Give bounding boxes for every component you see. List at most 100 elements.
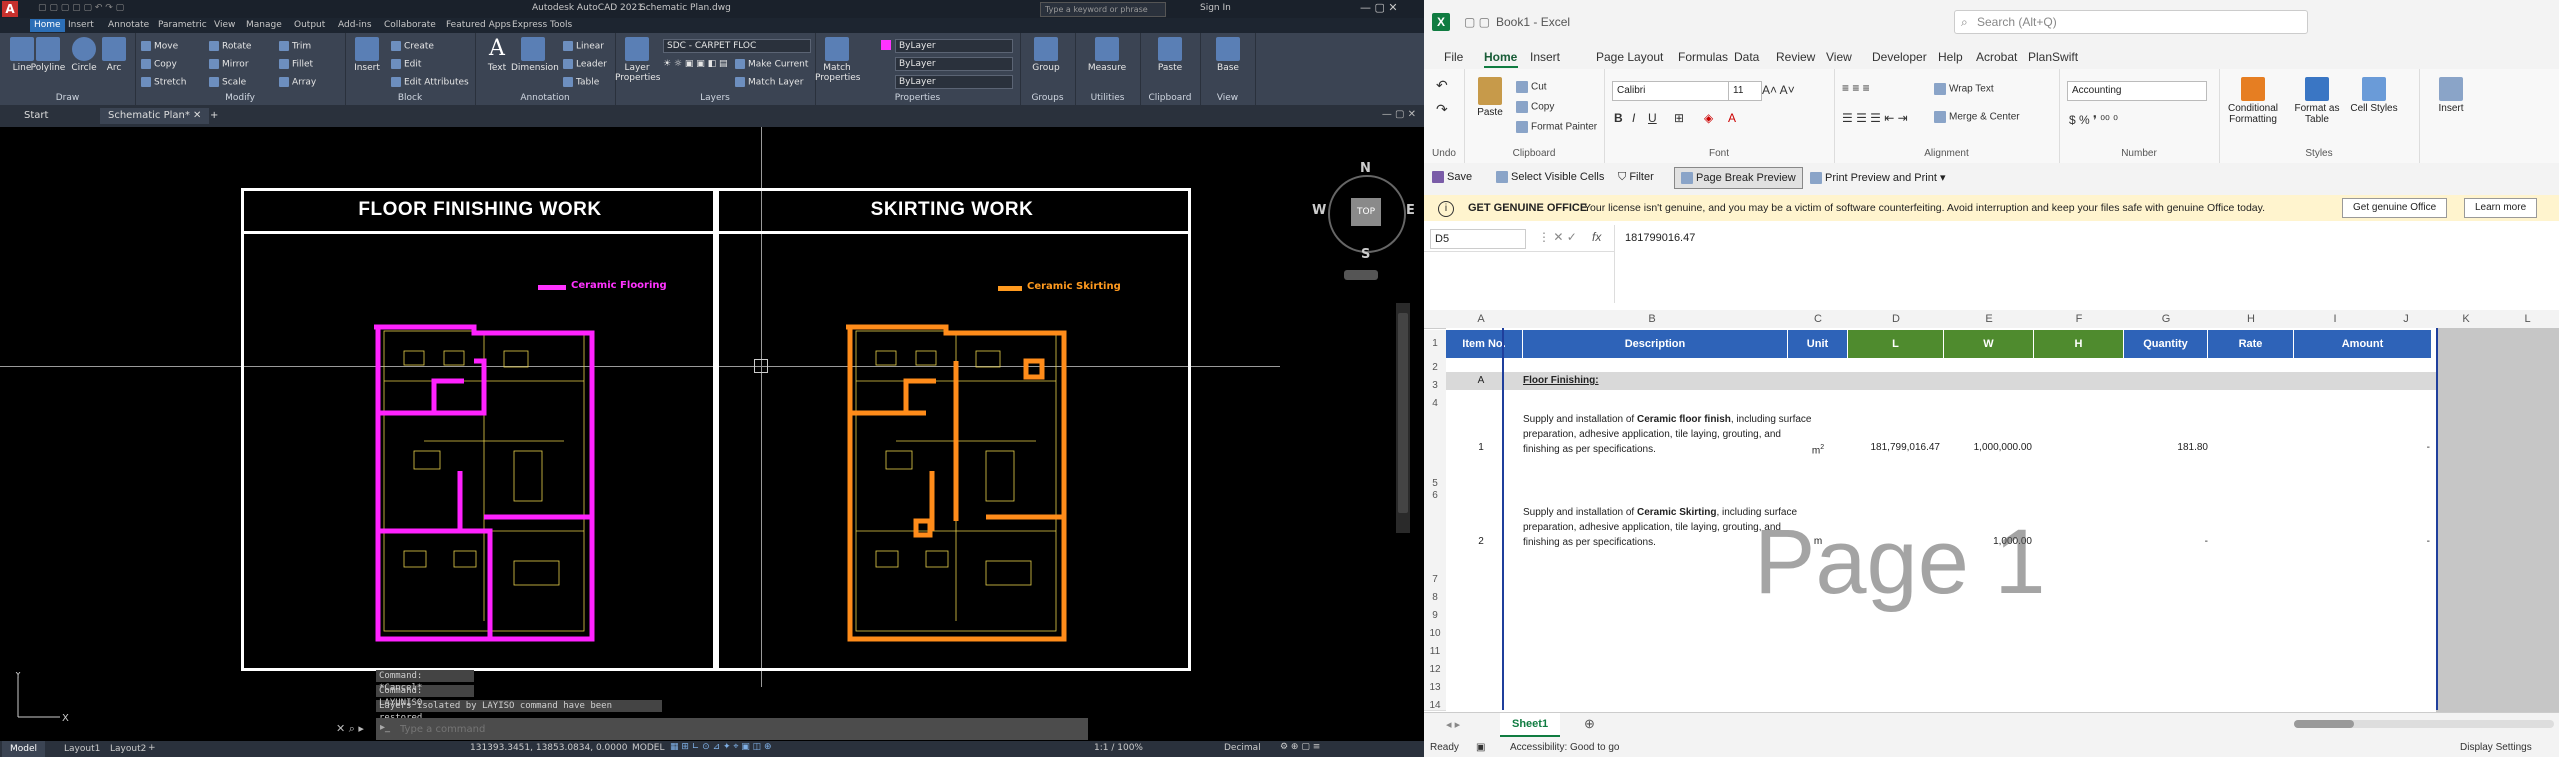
table-header-quantity[interactable]: Quantity	[2124, 330, 2208, 358]
linetype-dropdown[interactable]: ByLayer	[895, 57, 1013, 71]
compass-east[interactable]: E	[1406, 203, 1415, 218]
format-painter-button[interactable]: Format Painter	[1516, 121, 1597, 133]
layout-tab-model[interactable]: Model	[2, 741, 46, 757]
excel-search-input[interactable]: ⌕ Search (Alt+Q)	[1954, 10, 2308, 34]
undo-icon[interactable]: ↶	[1436, 77, 1448, 94]
menu-tab-page-layout[interactable]: Page Layout	[1596, 50, 1663, 64]
row-header-11[interactable]: 11	[1424, 638, 1446, 657]
viewcube[interactable]: TOP N S E W	[1310, 157, 1420, 267]
fx-button[interactable]: fx	[1592, 230, 1601, 244]
bold-button[interactable]: B	[1614, 111, 1623, 125]
layout-tab-layout1[interactable]: Layout1	[58, 741, 106, 757]
formula-cancel-confirm[interactable]: ⋮ ✕ ✓	[1538, 230, 1577, 244]
ribbon-tab-output[interactable]: Output	[290, 19, 329, 32]
lineweight-dropdown[interactable]: ByLayer	[895, 75, 1013, 89]
section-label[interactable]: A	[1446, 372, 1516, 390]
fillet-tool[interactable]: Fillet	[279, 59, 313, 70]
column-header-f[interactable]: F	[2034, 310, 2125, 329]
group-tool[interactable]: Group	[1024, 37, 1068, 73]
menu-tab-view[interactable]: View	[1826, 50, 1852, 64]
compass-south[interactable]: S	[1361, 247, 1370, 262]
ribbon-tab-collaborate[interactable]: Collaborate	[380, 19, 440, 32]
accessibility-status[interactable]: Accessibility: Good to go	[1510, 738, 1620, 757]
ribbon-tab-insert[interactable]: Insert	[64, 19, 98, 32]
navbar-tools[interactable]	[1398, 313, 1408, 513]
file-tab-start[interactable]: Start	[16, 108, 56, 124]
block-panel-label[interactable]: Block	[345, 93, 475, 103]
autocad-logo-icon[interactable]: A	[2, 1, 18, 17]
match-properties-tool[interactable]: Match Properties	[815, 37, 860, 83]
view-panel-label[interactable]: View	[1200, 93, 1255, 103]
wcs-menu[interactable]	[1344, 270, 1378, 280]
number-format-icons[interactable]: $ % ❜ ⁰⁰ ⁰	[2069, 113, 2118, 127]
window-controls[interactable]: — ▢ ✕	[1360, 1, 1398, 14]
layer-properties-tool[interactable]: Layer Properties	[615, 37, 660, 83]
match-layer-tool[interactable]: Match Layer	[735, 77, 803, 88]
insert-block-tool[interactable]: Insert	[345, 37, 389, 73]
save-button[interactable]: Save	[1432, 171, 1472, 184]
close-icon[interactable]: ✕	[193, 110, 201, 121]
page-break-preview-button[interactable]: Page Break Preview	[1674, 167, 1803, 189]
scrollbar-thumb[interactable]	[2294, 720, 2354, 728]
ribbon-tab-featured-apps[interactable]: Featured Apps	[442, 19, 515, 32]
ribbon-tab-home[interactable]: Home	[30, 19, 65, 32]
navigation-bar[interactable]	[1396, 303, 1410, 533]
formula-input[interactable]: 181799016.47	[1614, 225, 2559, 303]
base-tool[interactable]: Base	[1206, 37, 1250, 73]
italic-button[interactable]: I	[1632, 111, 1635, 125]
row-header-5[interactable]: 5	[1424, 408, 1446, 489]
row-header-1[interactable]: 1	[1424, 330, 1446, 349]
menu-tab-help[interactable]: Help	[1938, 50, 1963, 64]
get-genuine-office-button[interactable]: Get genuine Office	[2342, 198, 2448, 218]
row-header-12[interactable]: 12	[1424, 656, 1446, 675]
item1-unit[interactable]: m2	[1788, 408, 1848, 488]
annotation-scale[interactable]: 1:1 / 100%	[1094, 743, 1143, 753]
status-icons[interactable]: ⚙ ⊕ ▢ ≡	[1280, 742, 1320, 752]
menu-tab-insert[interactable]: Insert	[1530, 50, 1560, 64]
stretch-tool[interactable]: Stretch	[141, 77, 186, 88]
select-all-corner[interactable]	[1424, 310, 1447, 329]
row-header-8[interactable]: 8	[1424, 584, 1446, 603]
paste-tool[interactable]: Paste	[1148, 37, 1192, 73]
table-header-w[interactable]: W	[1944, 330, 2034, 358]
row-header-2[interactable]: 2	[1424, 348, 1446, 373]
column-header-c[interactable]: C	[1788, 310, 1849, 329]
column-header-k[interactable]: K	[2436, 310, 2497, 329]
section-title[interactable]: Floor Finishing:	[1523, 372, 1773, 390]
create-block-tool[interactable]: Create	[391, 41, 434, 52]
wrap-text-button[interactable]: Wrap Text	[1934, 83, 1994, 95]
make-current-tool[interactable]: Make Current	[735, 59, 808, 70]
display-settings[interactable]: Display Settings	[2460, 738, 2532, 757]
item1-width[interactable]: 1,000,000.00	[1944, 408, 2032, 488]
table-header-description[interactable]: Description	[1523, 330, 1788, 358]
row-header-4[interactable]: 4	[1424, 390, 1446, 409]
column-header-g[interactable]: G	[2124, 310, 2209, 329]
column-header-b[interactable]: B	[1516, 310, 1789, 329]
viewport-controls[interactable]: — ▢ ✕	[1382, 109, 1416, 120]
redo-icon[interactable]: ↷	[1436, 101, 1448, 118]
utilities-panel-label[interactable]: Utilities	[1075, 93, 1140, 103]
ribbon-tab-annotate[interactable]: Annotate	[104, 19, 153, 32]
ribbon-tab-view[interactable]: View	[210, 19, 239, 32]
annotation-panel-label[interactable]: Annotation	[475, 93, 615, 103]
sheet-nav-arrows[interactable]: ◂ ▸	[1446, 718, 1460, 731]
item1-description[interactable]: Supply and installation of Ceramic floor…	[1523, 412, 1813, 486]
column-header-a[interactable]: A	[1446, 310, 1517, 329]
column-header-l[interactable]: L	[2496, 310, 2559, 329]
menu-tab-planswift[interactable]: PlanSwift	[2028, 50, 2078, 64]
menu-tab-acrobat[interactable]: Acrobat	[1976, 50, 2017, 64]
font-size-dropdown[interactable]: 11	[1728, 81, 1762, 101]
row-header-10[interactable]: 10	[1424, 620, 1446, 639]
table-header-l[interactable]: L	[1848, 330, 1944, 358]
edit-attributes-tool[interactable]: Edit Attributes	[391, 77, 469, 88]
sheet-tab-sheet1[interactable]: Sheet1	[1500, 713, 1561, 737]
arc-tool[interactable]: Arc	[92, 37, 136, 73]
filter-button[interactable]: ⛉ Filter	[1618, 171, 1654, 184]
viewcube-top-face[interactable]: TOP	[1351, 198, 1381, 226]
item2-quantity[interactable]: -	[2124, 500, 2208, 584]
cut-button[interactable]: Cut	[1516, 81, 1547, 93]
properties-panel-label[interactable]: Properties	[815, 93, 1020, 103]
row-header-7[interactable]: 7	[1424, 500, 1446, 585]
menu-tab-developer[interactable]: Developer	[1872, 50, 1927, 64]
layers-panel-label[interactable]: Layers	[615, 93, 815, 103]
